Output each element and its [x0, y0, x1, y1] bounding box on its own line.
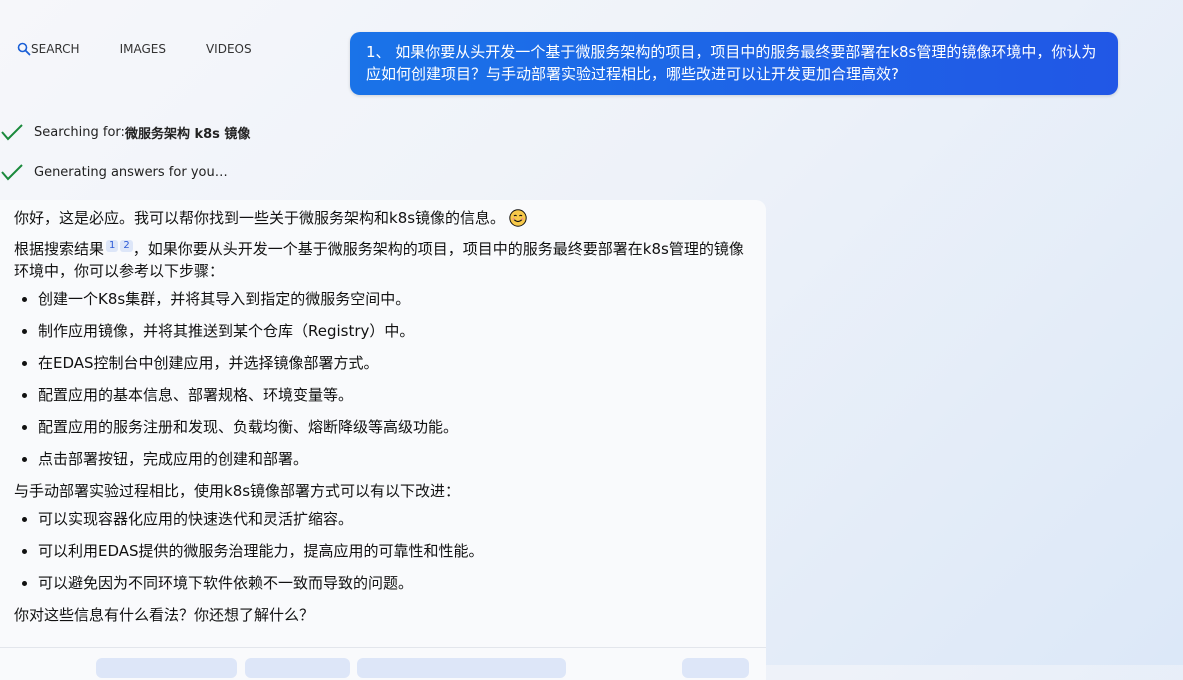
list-item: 点击部署按钮，完成应用的创建和部署。: [38, 448, 752, 470]
list-item: 创建一个K8s集群，并将其导入到指定的微服务空间中。: [38, 288, 752, 310]
source-link-chip[interactable]: [245, 658, 350, 678]
status-searching: Searching for: 微服务架构 k8s 镜像: [0, 122, 250, 142]
citation-2[interactable]: 2: [120, 240, 133, 252]
nav-images-label: IMAGES: [119, 42, 166, 56]
top-nav: SEARCH IMAGES VIDEOS: [17, 42, 252, 56]
source-link-chip[interactable]: [96, 658, 237, 678]
list-item: 可以避免因为不同环境下软件依赖不一致而导致的问题。: [38, 572, 752, 594]
check-icon: [0, 162, 24, 182]
answer-card: 你好，这是必应。我可以帮你找到一些关于微服务架构和k8s镜像的信息。 根据搜索结…: [0, 200, 766, 680]
answer-greeting: 你好，这是必应。我可以帮你找到一些关于微服务架构和k8s镜像的信息。: [14, 207, 752, 229]
search-icon: [17, 42, 31, 56]
source-link-chip[interactable]: [357, 658, 566, 678]
list-item: 配置应用的基本信息、部署规格、环境变量等。: [38, 384, 752, 406]
nav-search[interactable]: SEARCH: [17, 42, 80, 56]
nav-videos[interactable]: VIDEOS: [206, 42, 252, 56]
answer-question: 你对这些信息有什么看法？你还想了解什么？: [14, 606, 315, 624]
intro-prefix: 根据搜索结果: [14, 240, 105, 258]
greeting-text: 你好，这是必应。我可以帮你找到一些关于微服务架构和k8s镜像的信息。: [14, 209, 506, 227]
list-item: 制作应用镜像，并将其推送到某个仓库（Registry）中。: [38, 320, 752, 342]
learn-more-bar: [0, 647, 766, 678]
generating-text: Generating answers for you…: [34, 164, 228, 180]
steps-list: 创建一个K8s集群，并将其导入到指定的微服务空间中。 制作应用镜像，并将其推送到…: [14, 288, 752, 470]
smile-emoji-icon: [509, 209, 527, 227]
nav-videos-label: VIDEOS: [205, 42, 252, 56]
nav-images[interactable]: IMAGES: [120, 42, 166, 56]
answer-compare: 与手动部署实验过程相比，使用k8s镜像部署方式可以有以下改进：: [14, 482, 461, 500]
nav-search-label: SEARCH: [31, 42, 80, 56]
citation-1[interactable]: 1: [106, 240, 119, 252]
user-message-bubble: 1、 如果你要从头开发一个基于微服务架构的项目，项目中的服务最终要部署在k8s管…: [350, 32, 1118, 95]
status-generating: Generating answers for you…: [0, 162, 228, 182]
searching-prefix: Searching for:: [34, 124, 125, 140]
more-sources-chip[interactable]: [682, 658, 749, 678]
searching-query: 微服务架构 k8s 镜像: [124, 126, 251, 142]
answer-intro: 根据搜索结果 1 2 ，如果你要从头开发一个基于微服务架构的项目，项目中的服务最终要部…: [14, 238, 752, 282]
list-item: 可以实现容器化应用的快速迭代和灵活扩缩容。: [38, 508, 752, 530]
list-item: 配置应用的服务注册和发现、负载均衡、熔断降级等高级功能。: [38, 416, 752, 438]
list-item: 可以利用EDAS提供的微服务治理能力，提高应用的可靠性和性能。: [38, 540, 752, 562]
improvements-list: 可以实现容器化应用的快速迭代和灵活扩缩容。 可以利用EDAS提供的微服务治理能力…: [14, 508, 752, 594]
user-message-text: 1、 如果你要从头开发一个基于微服务架构的项目，项目中的服务最终要部署在k8s管…: [366, 43, 1097, 83]
list-item: 在EDAS控制台中创建应用，并选择镜像部署方式。: [38, 352, 752, 374]
check-icon: [0, 122, 24, 142]
